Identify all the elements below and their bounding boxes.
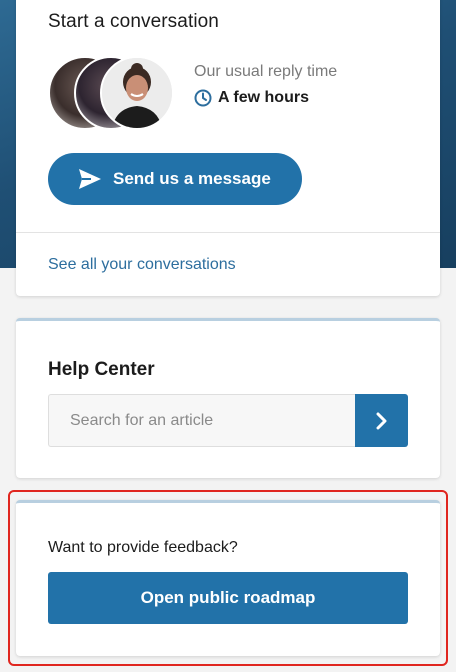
send-message-label: Send us a message (113, 169, 271, 188)
see-all-conversations-link[interactable]: See all your conversations (48, 256, 236, 274)
search-submit-button[interactable] (355, 394, 408, 447)
open-roadmap-button[interactable]: Open public roadmap (48, 572, 408, 624)
help-center-title: Help Center (48, 359, 155, 380)
feedback-prompt: Want to provide feedback? (48, 539, 238, 556)
divider (16, 232, 440, 233)
help-center-card: Help Center (16, 318, 440, 478)
conversation-title: Start a conversation (48, 11, 219, 32)
paper-plane-icon (79, 169, 101, 189)
send-message-button[interactable]: Send us a message (48, 153, 302, 205)
reply-time: A few hours (194, 89, 309, 107)
reply-time-label: Our usual reply time (194, 63, 338, 80)
search-input[interactable] (48, 394, 355, 447)
feedback-card: Want to provide feedback? Open public ro… (16, 500, 440, 656)
clock-icon (194, 89, 212, 107)
conversation-card: Start a conversation Our usual reply tim… (16, 0, 440, 296)
reply-time-value: A few hours (218, 89, 309, 106)
article-search (48, 394, 408, 447)
team-avatars (48, 56, 178, 130)
chevron-right-icon (376, 412, 386, 429)
avatar (100, 56, 174, 130)
